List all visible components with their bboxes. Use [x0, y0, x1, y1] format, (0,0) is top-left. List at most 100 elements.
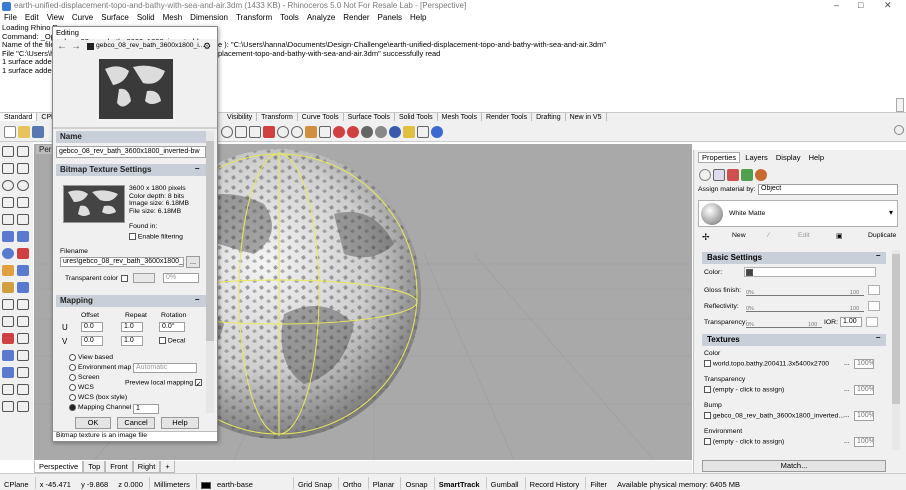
grid-icon[interactable]	[417, 126, 429, 138]
add-view-tab[interactable]: +	[160, 461, 175, 473]
tex-environment-checkbox[interactable]	[704, 438, 711, 445]
tab-solid-tools[interactable]: Solid Tools	[395, 113, 438, 121]
block-icon[interactable]	[2, 367, 14, 378]
radio-wcs-box[interactable]: WCS (box style)	[69, 393, 131, 403]
fillet-icon[interactable]	[2, 316, 14, 327]
rectangle-icon[interactable]	[17, 197, 29, 208]
menu-dimension[interactable]: Dimension	[190, 13, 228, 22]
render-icon[interactable]	[389, 126, 401, 138]
ghosted-sphere-icon[interactable]	[361, 126, 373, 138]
filename-field[interactable]: ures\gebco_08_rev_bath_3600x1800_im	[60, 257, 184, 267]
new-material-icon[interactable]: ✢	[702, 232, 710, 243]
preview-local-mapping-checkbox[interactable]: ✓	[194, 379, 202, 388]
material-selector[interactable]: White Matte ▾	[698, 200, 898, 227]
grid-snap-toggle[interactable]: Grid Snap	[292, 477, 336, 489]
duplicate-material-button[interactable]: Duplicate	[868, 232, 896, 239]
transparent-percent-field[interactable]: 0%	[163, 273, 199, 283]
v-offset-field[interactable]: 0.0	[81, 336, 103, 346]
tools-icon[interactable]: ⚙	[203, 41, 211, 52]
menu-panels[interactable]: Panels	[378, 13, 402, 22]
rotation-field[interactable]: 0.0°	[159, 322, 185, 332]
tex-bump-slot[interactable]: gebco_08_rev_bath_3600x1800_inverted...	[704, 412, 844, 419]
mapping-channel-field[interactable]: 1	[133, 404, 159, 414]
reflectivity-value-box[interactable]	[868, 301, 880, 311]
tex-environment-slot[interactable]: (empty - click to assign)	[704, 438, 784, 445]
current-layer[interactable]: earth-base	[195, 474, 261, 489]
browse-button[interactable]: ...	[186, 256, 200, 268]
textures-header[interactable]: Textures	[702, 334, 886, 346]
dialog-scrollbar-thumb[interactable]	[206, 141, 214, 341]
radio-view-based[interactable]: View based	[69, 353, 131, 363]
tex-environment-percent[interactable]: 100%	[854, 437, 874, 447]
ok-button[interactable]: OK	[75, 417, 111, 429]
enable-filtering-checkbox[interactable]	[129, 233, 136, 240]
bitmap-settings-header[interactable]: Bitmap Texture Settings	[56, 164, 206, 176]
check-icon[interactable]	[2, 384, 14, 395]
extrude-icon[interactable]	[17, 231, 29, 242]
color-picker[interactable]	[744, 267, 876, 277]
arc-icon[interactable]	[2, 197, 14, 208]
name-section-header[interactable]: Name	[56, 131, 206, 143]
text-icon[interactable]	[17, 214, 29, 225]
view-tab-perspective[interactable]: Perspective	[34, 461, 84, 473]
new-file-icon[interactable]	[4, 126, 16, 138]
collapse-icon[interactable]: –	[195, 164, 199, 173]
u-repeat-field[interactable]: 1.0	[121, 322, 143, 332]
close-button[interactable]: ✕	[884, 0, 892, 11]
tex-color-slot[interactable]: world.topo.bathy.200411.3x5400x2700	[704, 360, 829, 367]
settings-icon[interactable]	[894, 125, 904, 135]
polyline-icon[interactable]	[2, 163, 14, 174]
tab-standard[interactable]: Standard	[0, 113, 38, 121]
surface-icon[interactable]	[2, 231, 14, 242]
tex-color-checkbox[interactable]	[704, 360, 711, 367]
collapse-icon[interactable]: –	[195, 295, 199, 304]
sphere-solid-icon[interactable]	[2, 248, 14, 259]
units[interactable]: Millimeters	[148, 477, 194, 489]
tex-bump-checkbox[interactable]	[704, 412, 711, 419]
tab-curve-tools[interactable]: Curve Tools	[298, 113, 344, 121]
tex-environment-browse[interactable]: ...	[844, 438, 850, 445]
polygon-icon[interactable]	[2, 214, 14, 225]
circle-icon[interactable]	[2, 180, 14, 191]
tab-new-in-v5[interactable]: New in V5	[566, 113, 607, 121]
decal-checkbox[interactable]	[159, 337, 166, 344]
tab-visibility[interactable]: Visibility	[223, 113, 258, 121]
v-repeat-field[interactable]: 1.0	[121, 336, 143, 346]
radio-mapping-channel[interactable]: Mapping Channel	[69, 403, 131, 413]
transparency-slider[interactable]: 0% 100	[746, 316, 822, 328]
light-icon[interactable]	[305, 126, 317, 138]
split-icon[interactable]	[17, 299, 29, 310]
help-icon[interactable]	[431, 126, 443, 138]
material-props-icon[interactable]	[713, 169, 725, 181]
u-offset-field[interactable]: 0.0	[81, 322, 103, 332]
tex-transparency-checkbox[interactable]	[704, 386, 711, 393]
tab-transform[interactable]: Transform	[257, 113, 298, 121]
collapse-icon[interactable]: –	[876, 251, 880, 260]
ellipse-icon[interactable]	[17, 180, 29, 191]
join-icon[interactable]	[2, 333, 14, 344]
boolean-icon[interactable]	[2, 265, 14, 276]
texture-name-field[interactable]: gebco_08_rev_bath_3600x1800_inverted-bw	[56, 146, 206, 158]
menu-view[interactable]: View	[47, 13, 64, 22]
collapse-icon[interactable]: –	[876, 333, 880, 342]
panel-scrollbar-thumb[interactable]	[892, 254, 900, 404]
new-material-button[interactable]: New	[732, 232, 746, 239]
tab-properties[interactable]: Properties	[698, 152, 741, 163]
transparent-color-checkbox[interactable]	[121, 275, 128, 282]
tab-help[interactable]: Help	[806, 153, 827, 162]
decal-props-icon[interactable]	[727, 169, 739, 181]
mapping-section-header[interactable]: Mapping	[56, 295, 206, 307]
transparent-color-swatch[interactable]	[133, 273, 155, 283]
transparency-value-box[interactable]	[866, 317, 878, 327]
gloss-value-box[interactable]	[868, 285, 880, 295]
box-solid-icon[interactable]	[17, 248, 29, 259]
maximize-button[interactable]: □	[858, 0, 863, 10]
cancel-button[interactable]: Cancel	[117, 417, 155, 429]
menu-tools[interactable]: Tools	[280, 13, 299, 22]
help-button[interactable]: Help	[161, 417, 199, 429]
filter-toggle[interactable]: Filter	[585, 477, 611, 489]
xray-sphere-icon[interactable]	[375, 126, 387, 138]
gloss-slider[interactable]: 0% 100	[746, 284, 864, 296]
view-tab-front[interactable]: Front	[105, 461, 133, 473]
view-tab-top[interactable]: Top	[83, 461, 106, 473]
